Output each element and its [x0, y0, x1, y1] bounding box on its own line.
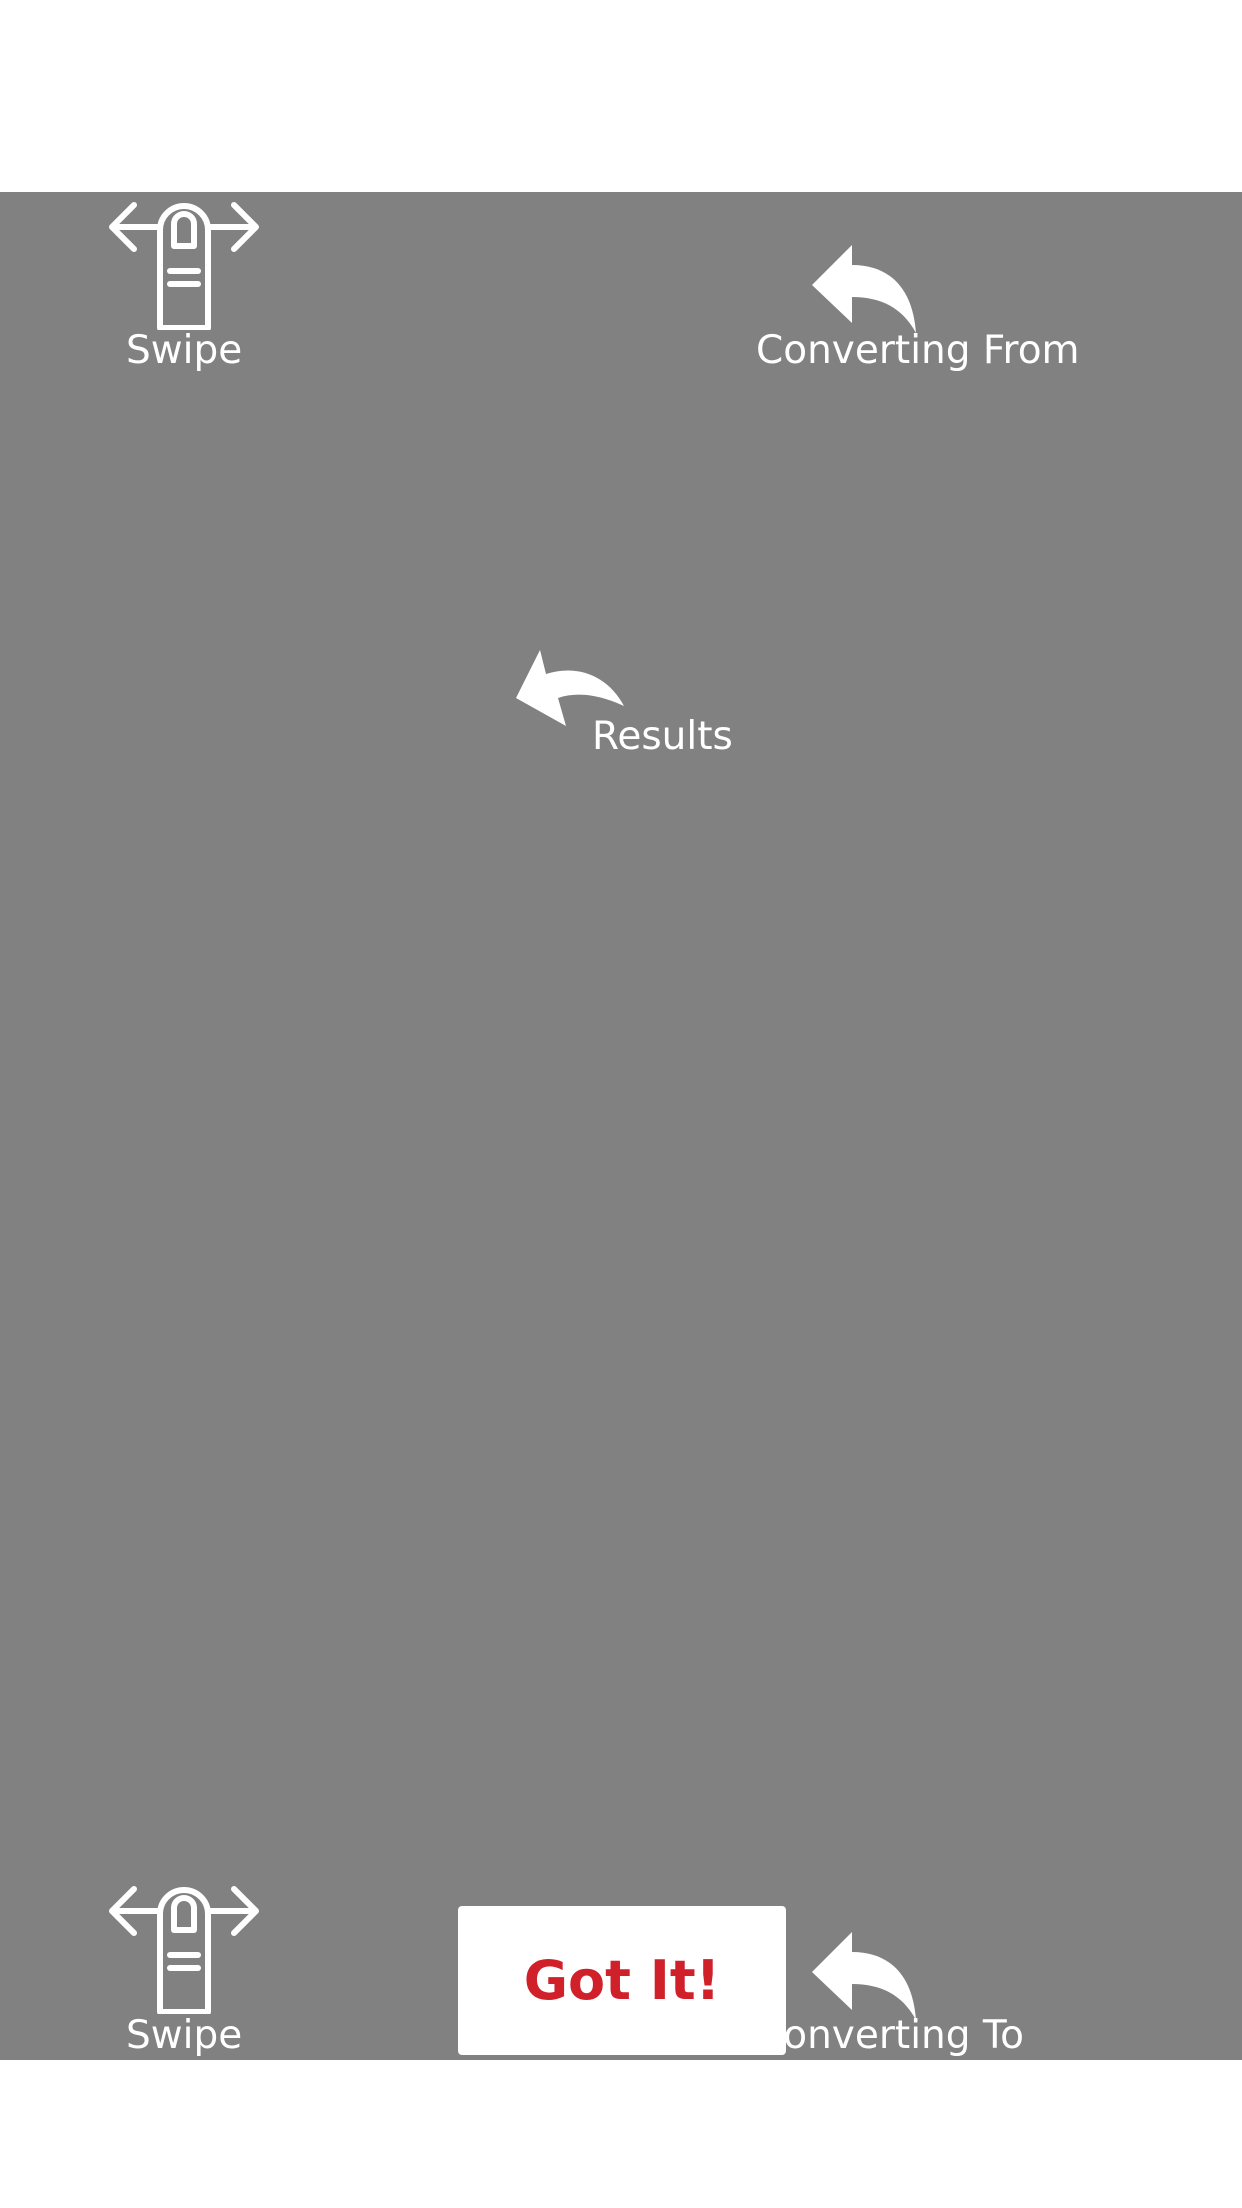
swipe-hint-label: Swipe — [126, 2013, 243, 2058]
results-label: Results — [592, 714, 733, 759]
converting-to-label: Converting To — [756, 2013, 1024, 2058]
tutorial-overlay[interactable]: Swipe Converting From Results Got It! Sw… — [0, 192, 1242, 2060]
converting-from-label: Converting From — [756, 328, 1080, 373]
swipe-finger-icon — [109, 202, 259, 330]
got-it-button[interactable]: Got It! — [458, 1906, 786, 2055]
swipe-finger-icon — [109, 1886, 259, 2014]
swipe-hint-label: Swipe — [126, 328, 243, 373]
curved-arrow-icon — [812, 245, 916, 333]
curved-arrow-icon — [812, 1932, 916, 2020]
